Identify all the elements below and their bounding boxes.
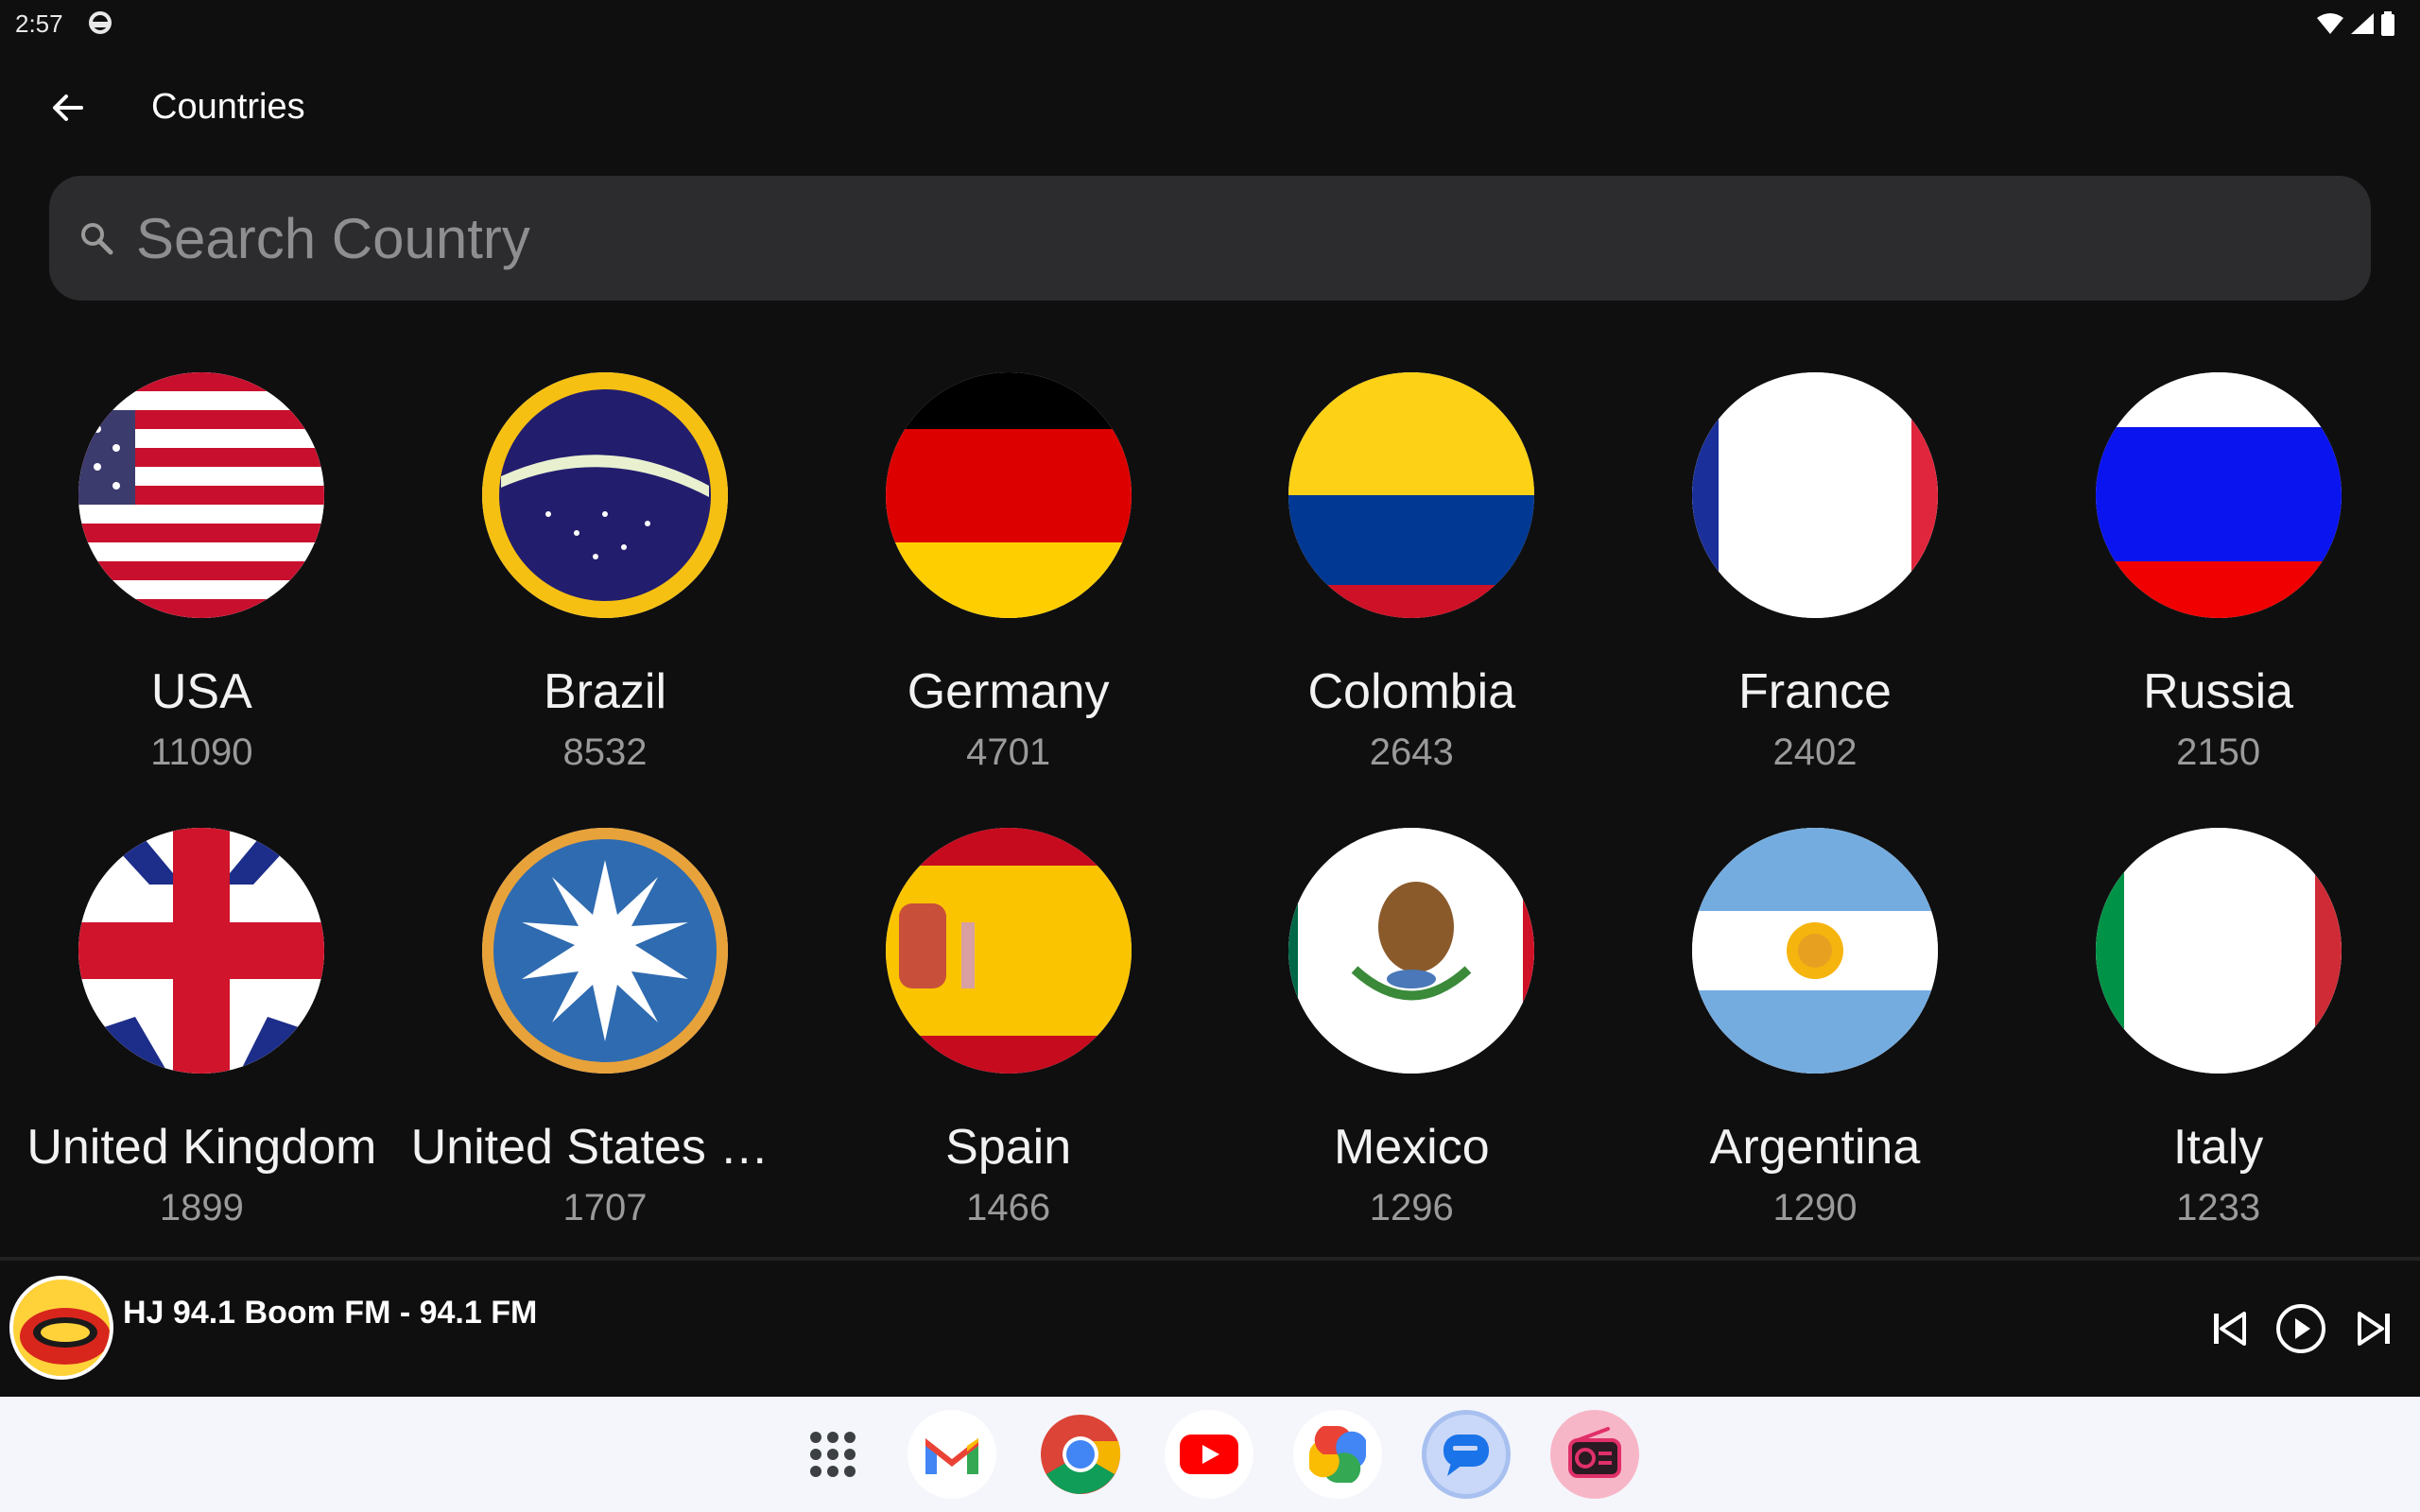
country-name: United States Mi... <box>410 1120 807 1175</box>
brazil-flag-icon <box>481 372 728 618</box>
country-station-count: 4701 <box>966 731 1051 773</box>
country-name: Brazil <box>543 664 666 719</box>
battery-icon <box>2381 11 2394 36</box>
country-station-count: 1233 <box>2176 1187 2261 1228</box>
country-station-count: 8532 <box>562 731 648 773</box>
spain-flag-icon <box>885 828 1132 1074</box>
country-item-usa[interactable]: USA 11090 <box>0 372 404 828</box>
germany-flag-icon <box>885 372 1132 618</box>
chrome-icon[interactable] <box>1036 1410 1125 1499</box>
gmail-icon[interactable] <box>908 1410 996 1499</box>
play-circle-icon <box>2276 1304 2325 1353</box>
station-logo <box>9 1276 113 1380</box>
colombia-flag-icon <box>1288 372 1535 618</box>
status-time: 2:57 <box>15 9 63 38</box>
search-bar[interactable] <box>49 176 2371 301</box>
russia-flag-icon <box>2095 372 2342 618</box>
mexico-flag-icon <box>1288 828 1535 1074</box>
country-station-count: 11090 <box>150 731 253 773</box>
country-item-brazil[interactable]: Brazil 8532 <box>404 372 807 828</box>
now-playing-bar[interactable]: HJ 94.1 Boom FM - 94.1 FM <box>0 1257 2420 1397</box>
country-item-italy[interactable]: Italy 1233 <box>2016 828 2420 1283</box>
usa-flag-icon <box>78 372 325 618</box>
play-button[interactable] <box>2271 1298 2331 1359</box>
argentina-flag-icon <box>1691 828 1938 1074</box>
country-station-count: 1707 <box>562 1187 648 1228</box>
country-item-mexico[interactable]: Mexico 1296 <box>1210 828 1614 1283</box>
wifi-icon <box>2317 13 2343 34</box>
country-station-count: 2150 <box>2176 731 2261 773</box>
country-name: Mexico <box>1333 1120 1490 1175</box>
status-bar: 2:57 <box>0 0 2420 49</box>
country-station-count: 1296 <box>1369 1187 1454 1228</box>
country-item-germany[interactable]: Germany 4701 <box>806 372 1210 828</box>
country-name: Germany <box>907 664 1110 719</box>
country-item-argentina[interactable]: Argentina 1290 <box>1614 828 2017 1283</box>
country-station-count: 2402 <box>1772 731 1858 773</box>
skip-previous-icon <box>2214 1312 2246 1346</box>
search-country-input[interactable] <box>136 176 2310 301</box>
country-item-spain[interactable]: Spain 1466 <box>806 828 1210 1283</box>
us-minor-islands-flag-icon <box>481 828 728 1074</box>
arrow-back-icon <box>53 94 83 121</box>
messages-icon[interactable] <box>1422 1410 1511 1499</box>
taskbar <box>0 1397 2420 1512</box>
country-station-count: 1290 <box>1772 1187 1858 1228</box>
country-item-colombia[interactable]: Colombia 2643 <box>1210 372 1614 828</box>
skip-next-button[interactable] <box>2344 1298 2405 1359</box>
country-name: Argentina <box>1709 1120 1921 1175</box>
app-drawer-icon[interactable] <box>788 1410 877 1499</box>
country-name: France <box>1738 664 1892 719</box>
country-grid: USA 11090 Brazil 8532 Germany 4701 Colom… <box>0 372 2420 1283</box>
notification-face-icon <box>89 11 112 34</box>
station-name: HJ 94.1 Boom FM - 94.1 FM <box>123 1295 538 1331</box>
country-item-russia[interactable]: Russia 2150 <box>2016 372 2420 828</box>
country-name: USA <box>150 664 252 719</box>
country-name: Italy <box>2172 1120 2264 1175</box>
country-name: Spain <box>945 1120 1072 1175</box>
page-title: Countries <box>151 87 305 127</box>
italy-flag-icon <box>2095 828 2342 1074</box>
radio-app-icon[interactable] <box>1550 1410 1639 1499</box>
country-name: United Kingdom <box>26 1120 377 1175</box>
skip-previous-button[interactable] <box>2199 1298 2259 1359</box>
country-item-united-kingdom[interactable]: United Kingdom 1899 <box>0 828 404 1283</box>
country-station-count: 1899 <box>159 1187 244 1228</box>
country-station-count: 2643 <box>1369 731 1454 773</box>
youtube-icon[interactable] <box>1165 1410 1253 1499</box>
photos-icon[interactable] <box>1293 1410 1382 1499</box>
country-station-count: 1466 <box>966 1187 1051 1228</box>
united-kingdom-flag-icon <box>78 828 325 1074</box>
back-button[interactable] <box>42 81 95 134</box>
country-item-france[interactable]: France 2402 <box>1614 372 2017 828</box>
country-item-united-states-minor-islands[interactable]: United States Mi... 1707 <box>404 828 807 1283</box>
france-flag-icon <box>1691 372 1938 618</box>
country-name: Russia <box>2143 664 2294 719</box>
search-icon <box>81 223 113 255</box>
signal-icon <box>2351 13 2374 34</box>
skip-next-icon <box>2358 1312 2390 1346</box>
country-name: Colombia <box>1307 664 1516 719</box>
